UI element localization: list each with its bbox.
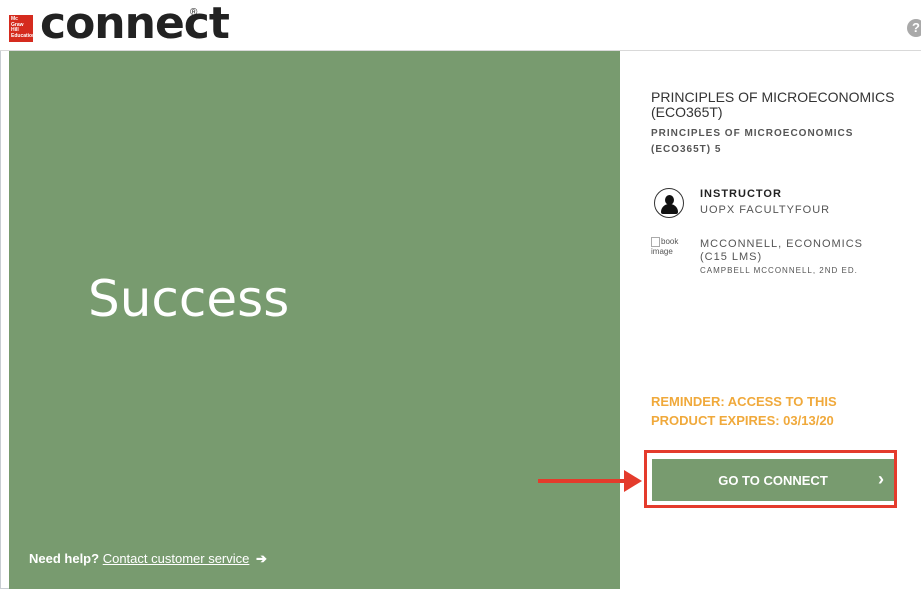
header: Mc Graw Hill Education connect ® ?	[0, 0, 921, 51]
access-reminder: REMINDER: ACCESS TO THIS PRODUCT EXPIRES…	[651, 394, 837, 428]
user-icon-body	[661, 204, 678, 214]
help-icon[interactable]: ?	[907, 19, 921, 37]
user-icon	[654, 188, 684, 218]
arrow-right-icon: ➔	[256, 551, 267, 566]
chevron-right-icon: ›	[878, 469, 884, 489]
broken-image-icon	[651, 237, 660, 247]
connect-logo: connect	[40, 0, 230, 49]
annotation-arrow-head	[624, 470, 642, 492]
instructor-name: UOPX FACULTYFOUR	[700, 204, 831, 216]
logo-line: Education	[11, 32, 33, 39]
course-section: PRINCIPLES OF MICROECONOMICS (ECO365T) 5	[651, 128, 854, 155]
course-name: PRINCIPLES OF MICROECONOMICS (ECO365T)	[651, 89, 895, 120]
need-help-label: Need help?	[29, 551, 100, 566]
annotation-arrow-line	[538, 479, 628, 483]
book-image: book image	[651, 237, 691, 256]
instructor-label: INSTRUCTOR	[700, 188, 782, 200]
registered-mark: ®	[190, 7, 198, 18]
success-title: Success	[88, 270, 290, 328]
book-title: MCCONNELL, ECONOMICS (C15 LMS)	[700, 238, 864, 263]
go-to-connect-button[interactable]: GO TO CONNECT ›	[652, 459, 894, 501]
contact-customer-service-link[interactable]: Contact customer service	[103, 551, 250, 566]
mcgraw-hill-logo: Mc Graw Hill Education	[9, 15, 33, 42]
book-author: CAMPBELL MCCONNELL, 2ND ED.	[700, 266, 858, 275]
need-help: Need help? Contact customer service ➔	[29, 551, 267, 567]
go-to-connect-label: GO TO CONNECT	[718, 472, 828, 488]
